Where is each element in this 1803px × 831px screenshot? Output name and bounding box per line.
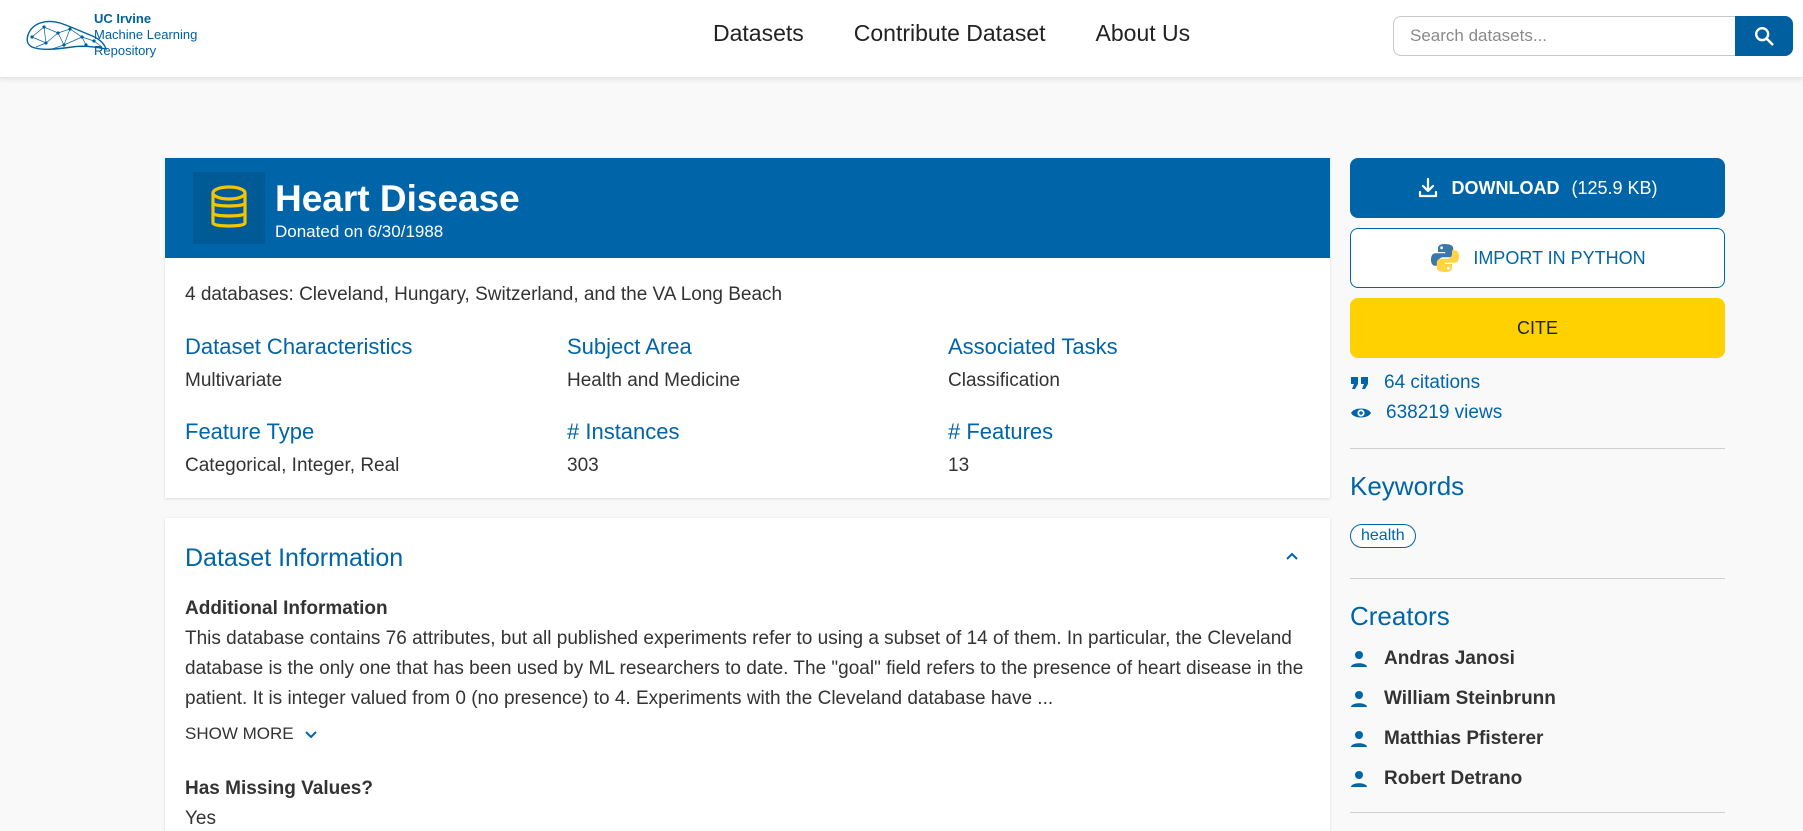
views-stat: 638219 views — [1350, 402, 1502, 424]
chevron-down-icon — [304, 731, 317, 739]
download-button[interactable]: DOWNLOAD (125.9 KB) — [1350, 158, 1725, 218]
views-count: 638219 views — [1386, 402, 1503, 423]
creator-name: William Steinbrunn — [1384, 688, 1556, 709]
nav-contribute-dataset[interactable]: Contribute Dataset — [854, 20, 1046, 47]
main-nav: Datasets Contribute Dataset About Us — [713, 20, 1190, 47]
import-in-python-label: IMPORT IN PYTHON — [1473, 247, 1646, 268]
person-icon — [1351, 691, 1367, 707]
creator-item: Matthias Pfisterer — [1350, 728, 1543, 750]
show-more-label: SHOW MORE — [185, 724, 294, 743]
chevron-up-icon[interactable] — [1284, 548, 1300, 564]
keyword-tag[interactable]: health — [1350, 524, 1416, 548]
dataset-information-card: Dataset Information Additional Informati… — [165, 518, 1330, 831]
search-input[interactable] — [1393, 16, 1735, 56]
characteristic-dataset-characteristics: Dataset Characteristics Multivariate — [185, 334, 545, 392]
missing-values-value: Yes — [185, 808, 216, 829]
dataset-description: 4 databases: Cleveland, Hungary, Switzer… — [185, 284, 783, 305]
dataset-title: Heart Disease — [275, 178, 520, 219]
uci-logo[interactable]: UC Irvine Machine Learning Repository — [24, 10, 197, 60]
top-navbar: UC Irvine Machine Learning Repository Da… — [0, 0, 1803, 78]
dataset-summary-card: Heart Disease Donated on 6/30/1988 4 dat… — [165, 158, 1330, 498]
characteristic-feature-type: Feature Type Categorical, Integer, Real — [185, 419, 545, 477]
characteristic-value: 303 — [567, 455, 599, 476]
creator-name: Andras Janosi — [1384, 648, 1515, 669]
creator-item: Andras Janosi — [1350, 648, 1515, 670]
characteristic-label: # Instances — [567, 419, 680, 444]
sidebar-divider — [1350, 812, 1725, 813]
logo-text: UC Irvine Machine Learning Repository — [94, 11, 197, 59]
cite-label: CITE — [1516, 317, 1558, 338]
person-icon — [1351, 651, 1367, 667]
creator-item: Robert Detrano — [1350, 768, 1522, 790]
sidebar-divider — [1350, 448, 1725, 449]
creators-heading: Creators — [1350, 601, 1450, 631]
eye-icon — [1351, 408, 1371, 418]
citations-stat[interactable]: 64 citations — [1350, 372, 1480, 394]
characteristic-features: # Features 13 — [948, 419, 1308, 477]
characteristic-associated-tasks: Associated Tasks Classification — [948, 334, 1308, 392]
dataset-header: Heart Disease Donated on 6/30/1988 — [165, 158, 1330, 258]
logo-line-1: UC Irvine — [94, 11, 152, 26]
logo-line-3: Repository — [94, 43, 157, 58]
citations-count: 64 citations — [1384, 372, 1481, 393]
dataset-information-title[interactable]: Dataset Information — [185, 544, 403, 573]
import-in-python-button[interactable]: IMPORT IN PYTHON — [1350, 228, 1725, 288]
search-button[interactable] — [1735, 16, 1793, 56]
search-bar — [1393, 16, 1793, 56]
sidebar-divider — [1350, 578, 1725, 579]
characteristic-value: Classification — [948, 370, 1060, 391]
creator-item: William Steinbrunn — [1350, 688, 1556, 710]
additional-information-text: This database contains 76 attributes, bu… — [185, 628, 1304, 709]
characteristic-value: 13 — [948, 455, 970, 476]
nav-about-us[interactable]: About Us — [1096, 20, 1191, 47]
database-icon — [211, 185, 247, 228]
creator-name: Matthias Pfisterer — [1384, 728, 1544, 749]
characteristic-value: Multivariate — [185, 370, 283, 391]
download-icon — [1419, 177, 1438, 198]
person-icon — [1351, 731, 1367, 747]
download-size: (125.9 KB) — [1571, 177, 1658, 198]
nav-datasets[interactable]: Datasets — [713, 20, 804, 47]
quote-icon — [1351, 377, 1368, 389]
cite-button[interactable]: CITE — [1350, 298, 1725, 358]
characteristic-label: Dataset Characteristics — [185, 334, 413, 359]
characteristic-instances: # Instances 303 — [567, 419, 927, 477]
characteristic-value: Categorical, Integer, Real — [185, 455, 400, 476]
characteristic-value: Health and Medicine — [567, 370, 741, 391]
person-icon — [1351, 771, 1367, 787]
show-more-button[interactable]: SHOW MORE — [185, 724, 318, 744]
creator-name: Robert Detrano — [1384, 768, 1523, 789]
characteristic-label: Associated Tasks — [948, 334, 1118, 359]
characteristic-label: # Features — [948, 419, 1054, 444]
dataset-icon-box — [193, 172, 265, 244]
characteristic-subject-area: Subject Area Health and Medicine — [567, 334, 927, 392]
download-label: DOWNLOAD — [1451, 177, 1560, 198]
python-icon — [1431, 244, 1460, 272]
keywords-heading: Keywords — [1350, 471, 1465, 501]
missing-values-heading: Has Missing Values? — [185, 778, 373, 799]
logo-line-2: Machine Learning — [94, 27, 198, 42]
donated-date: Donated on 6/30/1988 — [275, 222, 444, 241]
additional-information-heading: Additional Information — [185, 598, 388, 619]
characteristic-label: Subject Area — [567, 334, 692, 359]
characteristic-label: Feature Type — [185, 419, 315, 444]
search-icon — [1755, 27, 1774, 46]
